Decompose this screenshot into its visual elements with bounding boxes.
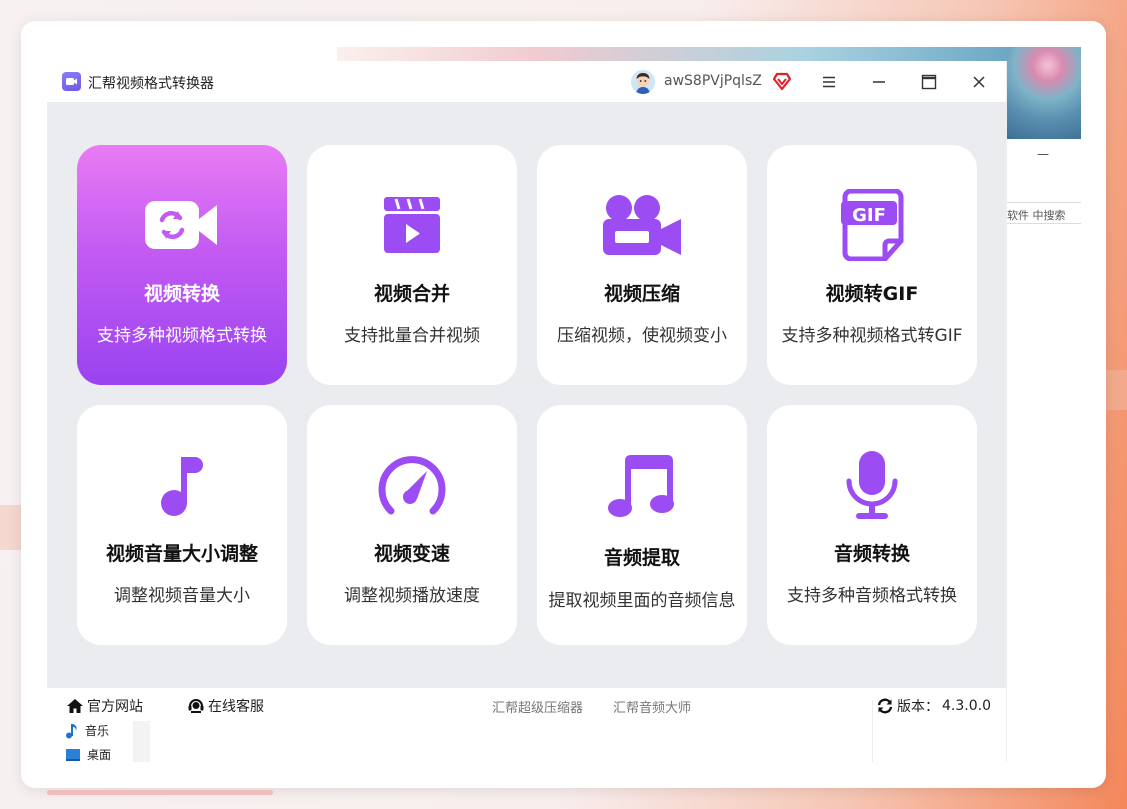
tree-item-label: 音乐 <box>85 724 110 738</box>
username[interactable]: awS8PVjPqlsZ <box>664 73 762 89</box>
tile-description: 支持多种视频格式转换 <box>97 326 267 346</box>
version-number: 4.3.0.0 <box>942 698 991 714</box>
tile-video-compress[interactable]: 视频压缩 压缩视频，使视频变小 <box>537 145 747 385</box>
tile-volume-adjust[interactable]: 视频音量大小调整 调整视频音量大小 <box>77 405 287 645</box>
music-icon <box>66 723 77 738</box>
menu-icon[interactable] <box>816 69 842 95</box>
tile-title: 音频转换 <box>833 543 910 565</box>
background-window: — 软件 中搜索 <box>337 47 1081 762</box>
version-label: 版本： <box>897 699 939 715</box>
tile-audio-extract[interactable]: 音频提取 提取视频里面的音频信息 <box>537 405 747 645</box>
tree-item-music[interactable]: 音乐 <box>65 722 109 739</box>
gif-file-icon: GIF <box>767 189 977 261</box>
close-button[interactable] <box>966 69 992 95</box>
microphone-icon <box>767 449 977 521</box>
tree-item-desktop[interactable]: 桌面 <box>65 746 111 763</box>
tile-title: 视频合并 <box>373 283 450 305</box>
tile-title: 视频音量大小调整 <box>105 543 258 565</box>
tile-title: 视频转换 <box>143 283 220 305</box>
tile-description: 压缩视频，使视频变小 <box>557 326 727 346</box>
tile-video-merge[interactable]: 视频合并 支持批量合并视频 <box>307 145 517 385</box>
version-info[interactable]: 版本： 4.3.0.0 <box>876 696 991 716</box>
tile-description: 支持批量合并视频 <box>344 326 480 346</box>
speedometer-icon <box>307 453 517 517</box>
tile-title: 视频转GIF <box>825 283 919 305</box>
background-dash: — <box>1037 147 1049 161</box>
tree-scrollbar[interactable] <box>133 721 150 762</box>
vip-diamond-icon[interactable] <box>772 71 792 95</box>
tile-video-to-gif[interactable]: GIF 视频转GIF 支持多种视频格式转GIF <box>767 145 977 385</box>
tile-description: 提取视频里面的音频信息 <box>548 591 736 611</box>
tile-description: 调整视频播放速度 <box>344 586 480 606</box>
avatar[interactable] <box>631 70 655 94</box>
video-camera-icon <box>537 193 747 257</box>
music-note-icon <box>77 453 287 517</box>
audio-master-link[interactable]: 汇帮音频大师 <box>613 697 691 716</box>
footer-bar: 官方网站 在线客服 汇帮超级压缩器 汇帮音频大师 版本： 4.3.0.0 音乐 桌… <box>47 688 1006 762</box>
background-bar <box>47 790 273 795</box>
app-window: 汇帮视频格式转换器 awS8PVjPqlsZ 视频转换 支持多种视频格式转换 视… <box>47 61 1006 688</box>
tile-title: 视频变速 <box>373 543 450 565</box>
online-support-link[interactable]: 在线客服 <box>187 696 264 716</box>
video-convert-icon <box>77 197 287 253</box>
title-bar: 汇帮视频格式转换器 awS8PVjPqlsZ <box>47 61 1006 102</box>
svg-text:GIF: GIF <box>852 205 886 226</box>
headset-icon <box>188 699 204 713</box>
home-icon <box>67 699 83 713</box>
minimize-button[interactable] <box>866 69 892 95</box>
compressor-link[interactable]: 汇帮超级压缩器 <box>492 697 583 716</box>
tile-audio-convert[interactable]: 音频转换 支持多种音频格式转换 <box>767 405 977 645</box>
tree-item-label: 桌面 <box>87 748 112 762</box>
tile-description: 支持多种音频格式转换 <box>787 586 957 606</box>
online-support-label: 在线客服 <box>208 699 264 715</box>
official-website-label: 官方网站 <box>87 699 143 715</box>
clapperboard-icon <box>307 195 517 255</box>
background-photo <box>1007 47 1081 139</box>
tile-video-speed[interactable]: 视频变速 调整视频播放速度 <box>307 405 517 645</box>
maximize-button[interactable] <box>916 69 942 95</box>
refresh-icon <box>877 698 893 714</box>
app-title: 汇帮视频格式转换器 <box>88 76 214 92</box>
background-divider <box>872 700 873 762</box>
tile-description: 支持多种视频格式转GIF <box>781 326 963 346</box>
tile-title: 视频压缩 <box>603 283 680 305</box>
app-logo-icon <box>62 72 81 91</box>
desktop-icon <box>66 748 80 761</box>
double-music-note-icon <box>537 453 747 519</box>
tile-description: 调整视频音量大小 <box>114 586 250 606</box>
background-banner <box>337 47 1007 61</box>
tile-video-convert[interactable]: 视频转换 支持多种视频格式转换 <box>77 145 287 385</box>
background-search-hint: 软件 中搜索 <box>1007 202 1081 224</box>
official-website-link[interactable]: 官方网站 <box>66 696 143 716</box>
tile-title: 音频提取 <box>603 547 680 569</box>
